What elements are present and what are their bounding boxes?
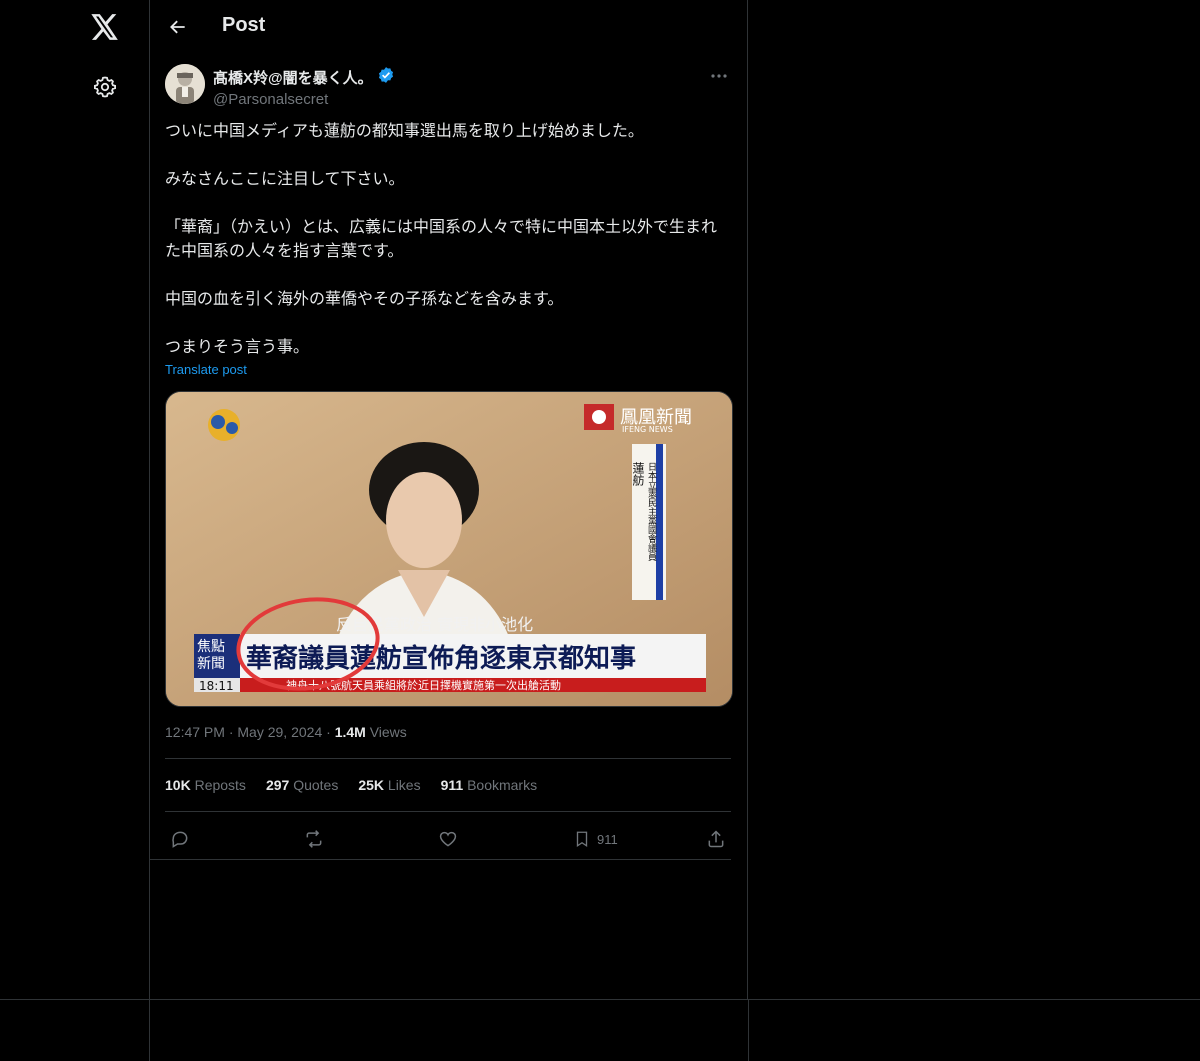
- share-icon: [708, 830, 724, 848]
- post-media-image[interactable]: 鳳凰新聞 IFENG NEWS 蓮舫 日本立憲民主黨國會議員 反自民黨政治 實現…: [165, 391, 733, 707]
- author[interactable]: 髙橋X羚@闇を暴く人。 @Parsonalsecret: [213, 66, 395, 108]
- repost-icon: [306, 830, 322, 848]
- author-name[interactable]: 髙橋X羚@闇を暴く人。: [213, 67, 373, 88]
- bookmark-count: 911: [597, 831, 618, 847]
- post-paragraph: 「華裔」（かえい）とは、広義には中国系の人々で特に中国本土以外で生まれた中国系の…: [165, 219, 718, 260]
- bookmark-button[interactable]: 911: [573, 824, 618, 854]
- stat-quotes[interactable]: 297 Quotes: [266, 777, 338, 793]
- translate-post-link[interactable]: Translate post: [165, 362, 247, 377]
- post-time[interactable]: 12:47 PM: [165, 724, 225, 740]
- stat-reposts[interactable]: 10K Reposts: [165, 777, 246, 793]
- post-meta: 12:47 PM · May 29, 2024 · 1.4M Views: [165, 724, 407, 740]
- post-text: ついに中国メディアも蓮舫の都知事選出馬を取り上げ始めました。 みなさんここに注目…: [165, 120, 731, 360]
- divider: [165, 758, 731, 759]
- like-button[interactable]: [438, 824, 458, 854]
- media-box-label-2: 新聞: [197, 656, 225, 672]
- media-headline: 華裔議員蓮舫宣佈角逐東京都知事: [246, 643, 636, 674]
- more-options-button[interactable]: [707, 66, 731, 86]
- post-paragraph: みなさんここに注目して下さい。: [165, 171, 405, 188]
- verified-badge-icon: [377, 66, 395, 88]
- post-paragraph: ついに中国メディアも蓮舫の都知事選出馬を取り上げ始めました。: [165, 123, 644, 140]
- page-header: Post: [149, 0, 747, 53]
- media-box-label-1: 焦點: [197, 639, 225, 655]
- views-label: Views: [369, 724, 407, 740]
- page-title: Post: [222, 14, 266, 36]
- author-handle[interactable]: @Parsonalsecret: [213, 91, 395, 108]
- left-nav: [0, 0, 150, 1000]
- reply-button[interactable]: [170, 824, 190, 854]
- avatar[interactable]: [165, 64, 205, 104]
- media-vertical-name: 蓮舫: [631, 462, 645, 486]
- heart-icon: [439, 831, 457, 847]
- stat-likes[interactable]: 25K Likes: [358, 777, 420, 793]
- post-stats: 10K Reposts 297 Quotes 25K Likes 911 Boo…: [165, 777, 537, 793]
- x-logo-icon[interactable]: [90, 12, 120, 42]
- bottom-strip: [0, 999, 1200, 1061]
- bookmark-icon: [576, 831, 588, 848]
- reply-icon: [172, 831, 188, 848]
- post-date[interactable]: May 29, 2024: [237, 724, 322, 740]
- gear-icon[interactable]: [90, 72, 120, 102]
- media-time: 18:11: [199, 679, 234, 693]
- views-count: 1.4M: [334, 724, 366, 740]
- more-horizontal-icon: [711, 74, 727, 78]
- divider: [149, 859, 731, 860]
- main-column: Post 髙橋X羚@闇を暴く人。 @Parsonalsecret ついに中国メデ…: [149, 0, 748, 1000]
- share-button[interactable]: [706, 824, 726, 854]
- post-paragraph: つまりそう言う事。: [165, 339, 310, 356]
- repost-button[interactable]: [303, 824, 325, 854]
- divider: [165, 811, 731, 812]
- media-logo-sub: IFENG NEWS: [622, 425, 673, 434]
- post-paragraph: 中国の血を引く海外の華僑やその子孫などを含みます。: [165, 291, 564, 308]
- back-button[interactable]: [163, 12, 193, 42]
- action-bar: 911: [165, 824, 731, 854]
- media-vertical-title: 日本立憲民主黨國會議員: [646, 462, 657, 562]
- stat-bookmarks[interactable]: 911 Bookmarks: [441, 777, 538, 793]
- arrow-left-icon: [170, 20, 185, 34]
- media-subtitle: 反自民黨政治 實現非小池化: [336, 615, 533, 634]
